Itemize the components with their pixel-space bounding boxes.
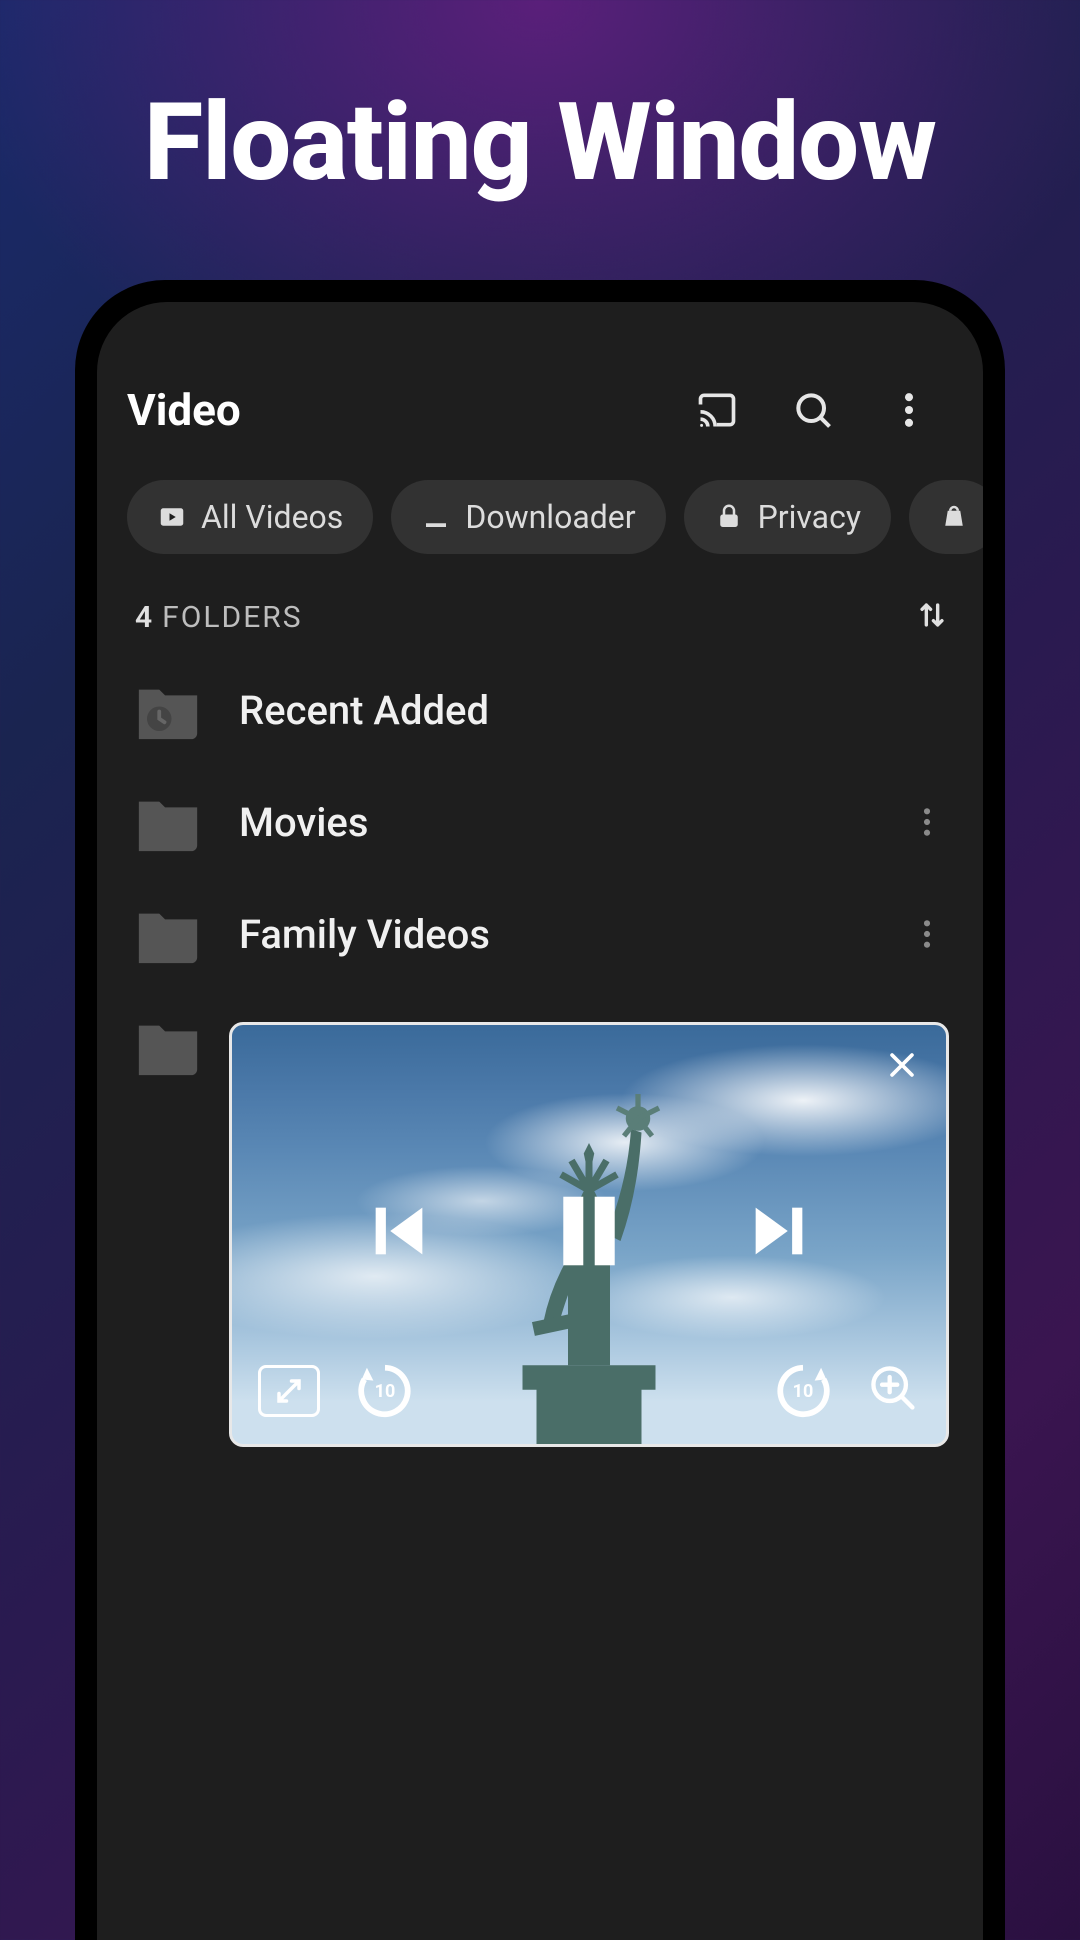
previous-track-icon[interactable] <box>364 1196 434 1270</box>
folder-label: Movies <box>239 799 871 846</box>
folder-label: Family Videos <box>239 911 871 958</box>
chip-more[interactable] <box>909 480 983 554</box>
cast-icon[interactable] <box>687 380 747 440</box>
more-vert-icon[interactable] <box>879 380 939 440</box>
row-more-icon[interactable] <box>907 914 947 954</box>
folder-icon <box>133 1016 203 1076</box>
rewind-10-icon[interactable]: 10 <box>354 1360 416 1422</box>
folders-section-header: 4FOLDERS <box>97 564 983 654</box>
zoom-in-icon[interactable] <box>868 1363 920 1419</box>
folder-label: Recent Added <box>239 687 947 734</box>
forward-seconds-label: 10 <box>772 1360 834 1422</box>
app-bar: Video <box>97 302 983 470</box>
close-icon[interactable] <box>880 1043 924 1087</box>
folder-row-recent[interactable]: Recent Added <box>117 654 963 766</box>
chip-downloader[interactable]: Downloader <box>391 480 665 554</box>
phone-screen: Video <box>97 302 983 1940</box>
chip-label: Privacy <box>758 498 861 536</box>
chip-label: Downloader <box>465 498 635 536</box>
search-icon[interactable] <box>783 380 843 440</box>
folders-count: 4FOLDERS <box>135 600 303 635</box>
chip-all-videos[interactable]: All Videos <box>127 480 373 554</box>
hero-title: Floating Window <box>0 80 1080 206</box>
fullscreen-icon[interactable] <box>258 1365 320 1417</box>
chip-privacy[interactable]: Privacy <box>684 480 891 554</box>
folder-icon <box>133 792 203 852</box>
app-bar-actions <box>687 380 953 440</box>
player-controls-overlay: 10 10 <box>232 1025 946 1444</box>
phone-frame: Video <box>75 280 1005 1940</box>
next-track-icon[interactable] <box>744 1196 814 1270</box>
filter-chips[interactable]: All Videos Downloader Privacy <box>97 470 983 564</box>
folder-row-family[interactable]: Family Videos <box>117 878 963 990</box>
rewind-seconds-label: 10 <box>354 1360 416 1422</box>
floating-player[interactable]: 10 10 <box>229 1022 949 1447</box>
folder-row-movies[interactable]: Movies <box>117 766 963 878</box>
pause-icon[interactable] <box>554 1191 624 1275</box>
folder-icon <box>133 904 203 964</box>
folder-recent-icon <box>133 680 203 740</box>
row-more-icon[interactable] <box>907 802 947 842</box>
forward-10-icon[interactable]: 10 <box>772 1360 834 1422</box>
chip-label: All Videos <box>201 498 343 536</box>
app-title: Video <box>127 384 687 436</box>
sort-icon[interactable] <box>915 598 949 636</box>
